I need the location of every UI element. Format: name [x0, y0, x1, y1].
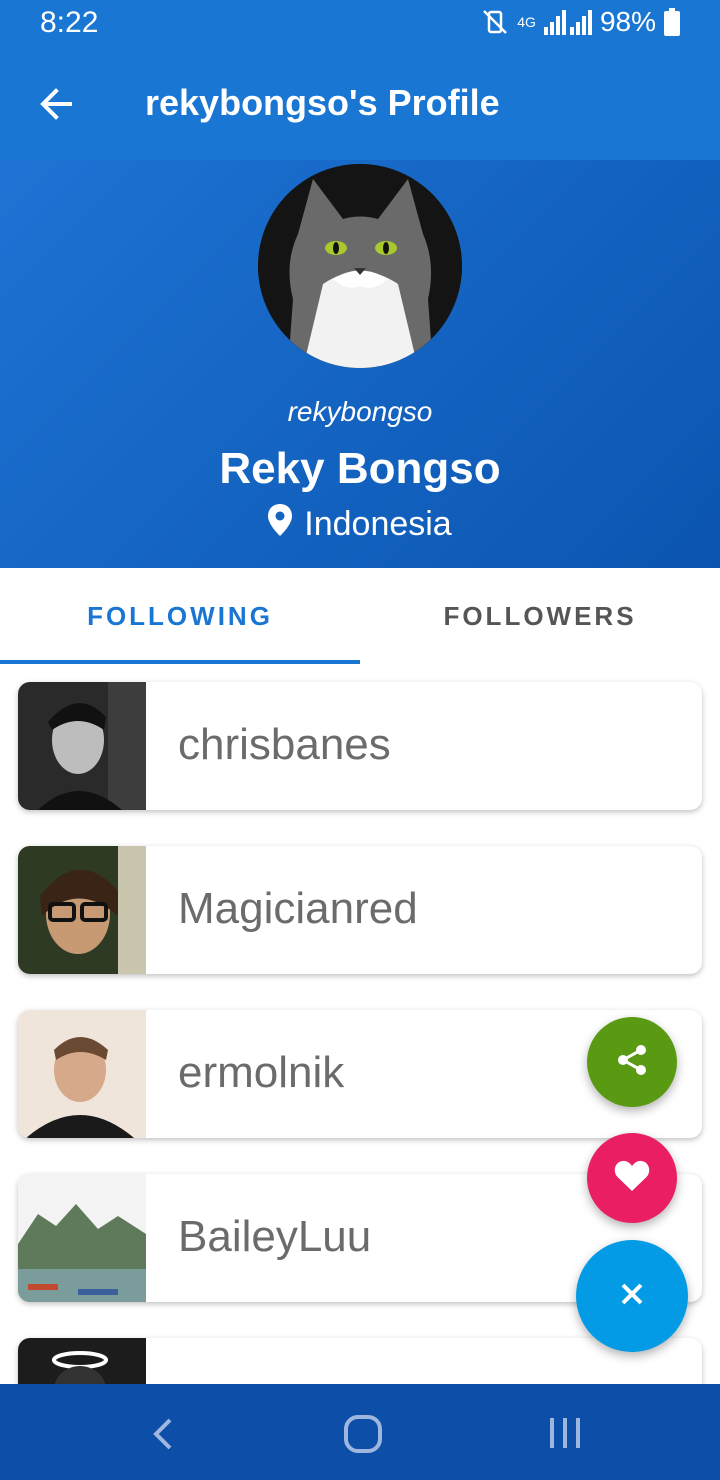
close-icon	[618, 1280, 646, 1313]
status-time: 8:22	[40, 6, 99, 39]
user-avatar	[18, 1338, 146, 1384]
profile-header: rekybongso Reky Bongso Indonesia	[0, 160, 720, 568]
profile-avatar	[258, 164, 462, 368]
nav-recents-icon[interactable]	[548, 1414, 582, 1459]
favorite-button[interactable]	[587, 1133, 677, 1223]
list-item[interactable]: Magicianred	[18, 846, 702, 974]
signal-icon	[543, 9, 592, 35]
user-avatar	[18, 846, 146, 974]
profile-full-name: Reky Bongso	[219, 444, 501, 493]
heart-icon	[614, 1160, 650, 1197]
user-avatar	[18, 1010, 146, 1138]
arrow-back-icon[interactable]	[30, 78, 82, 130]
close-fab-button[interactable]	[576, 1240, 688, 1352]
vibrate-mute-icon	[481, 8, 509, 36]
share-button[interactable]	[587, 1017, 677, 1107]
list-item[interactable]: chrisbanes	[18, 682, 702, 810]
tab-following[interactable]: FOLLOWING	[0, 568, 360, 664]
profile-location: Indonesia	[0, 504, 720, 545]
system-nav-bar	[0, 1384, 720, 1480]
user-name: Magicianred	[178, 884, 418, 933]
battery-icon	[664, 8, 680, 36]
user-name: BaileyLuu	[178, 1212, 372, 1261]
tab-bar: FOLLOWING FOLLOWERS	[0, 568, 720, 664]
map-pin-icon	[268, 504, 293, 545]
tab-followers[interactable]: FOLLOWERS	[360, 568, 720, 664]
app-bar: rekybongso's Profile	[0, 48, 720, 160]
user-avatar	[18, 1174, 146, 1302]
profile-username: rekybongso	[287, 396, 433, 427]
nav-back-icon[interactable]	[148, 1414, 178, 1459]
list-item[interactable]	[18, 1338, 702, 1384]
status-icons: 4G 98%	[481, 6, 680, 38]
share-icon	[615, 1043, 649, 1082]
status-bar: 8:22 4G 98%	[0, 0, 720, 48]
battery-level: 98%	[599, 6, 656, 37]
user-name: chrisbanes	[178, 720, 391, 769]
network-type: 4G	[517, 14, 536, 30]
user-avatar	[18, 682, 146, 810]
location-label: Indonesia	[304, 505, 452, 543]
page-title: rekybongso's Profile	[145, 82, 500, 123]
nav-home-icon[interactable]	[343, 1414, 383, 1459]
user-name: ermolnik	[178, 1048, 345, 1097]
